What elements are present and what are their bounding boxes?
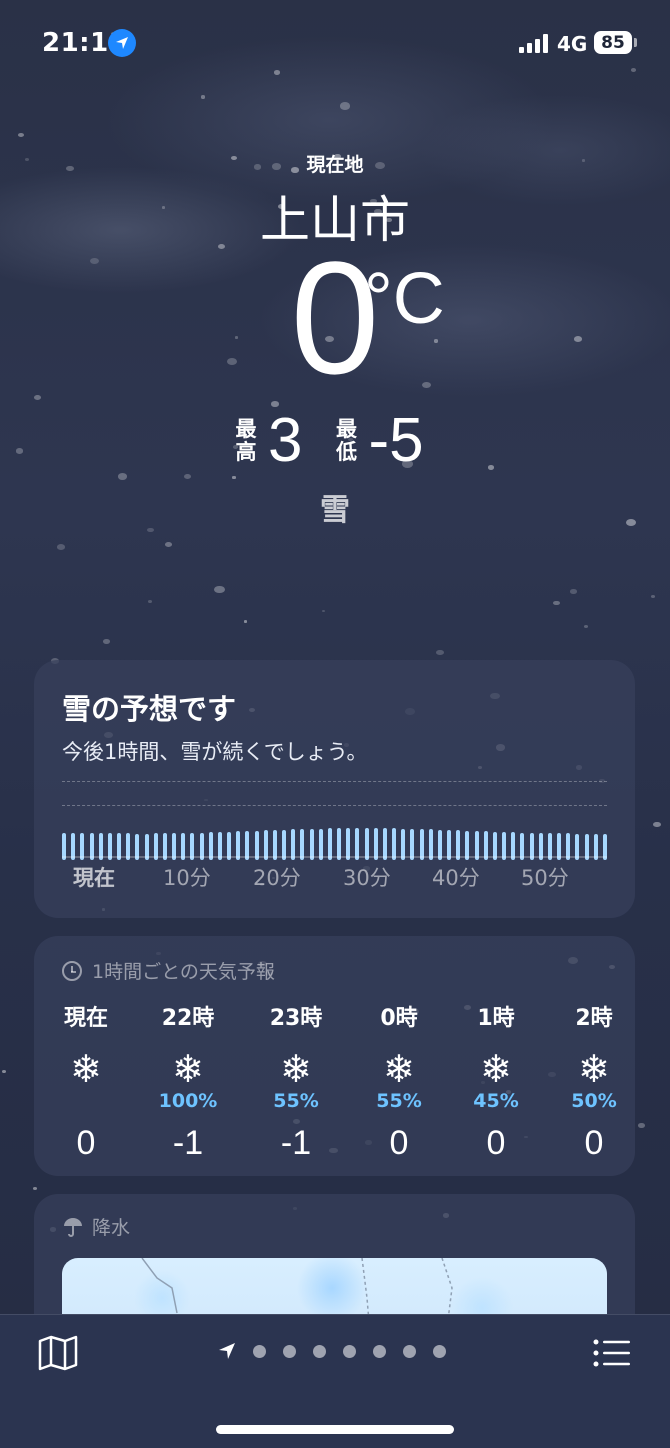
time-tick-label: 50分 <box>521 866 569 890</box>
snowflake-particle <box>15 448 24 454</box>
low-label: 最低 <box>335 417 357 464</box>
snowflake-particle <box>650 594 655 598</box>
snowflake-particle <box>487 465 495 470</box>
hour-item: 0時 ❄ 55% 0 <box>349 1000 449 1163</box>
battery-cap <box>634 38 637 47</box>
location-label: 現在地 <box>306 154 364 176</box>
high-label: 最高 <box>235 417 257 464</box>
precip-probability <box>36 1090 136 1114</box>
time-tick-label: 40分 <box>432 866 480 890</box>
snowflake-particle <box>232 476 236 479</box>
high-low: 最高 3 最低 -5 <box>232 410 424 472</box>
hour-temperature: 0 <box>486 1124 506 1162</box>
snowflake-particle <box>56 544 65 550</box>
page-dot[interactable] <box>403 1344 416 1358</box>
snowflake-icon: ❄ <box>480 1047 512 1091</box>
hour-item: 現在 ❄ 0 <box>36 1000 136 1163</box>
page-dot[interactable] <box>373 1344 386 1358</box>
battery-icon: 85 <box>594 31 632 54</box>
hour-temperature: 0 <box>584 1124 604 1162</box>
precipitation-header: 降水 <box>62 1213 130 1240</box>
snowflake-particle <box>243 620 247 623</box>
hourly-forecast-header: 1時間ごとの天気予報 <box>62 957 275 984</box>
time-tick-label: 20分 <box>253 866 301 890</box>
snowflake-particle <box>18 132 24 137</box>
signal-icon <box>519 33 548 53</box>
page-dot[interactable] <box>343 1344 356 1358</box>
low-value: -5 <box>368 406 424 475</box>
precip-probability: 50% <box>571 1090 617 1112</box>
snowflake-particle <box>200 95 206 99</box>
location-arrow-icon <box>108 29 136 57</box>
time-tick-label: 現在 <box>73 866 115 890</box>
hour-item: 1時 ❄ 45% 0 <box>446 1000 546 1163</box>
minute-precip-chart <box>62 800 607 860</box>
snowflake-icon: ❄ <box>70 1047 102 1091</box>
hour-temperature: 0 <box>389 1124 409 1162</box>
precip-probability: 45% <box>473 1090 519 1112</box>
hour-temperature: 0 <box>76 1124 96 1162</box>
chart-axis <box>62 856 607 858</box>
minute-forecast-title: 雪の予想です <box>62 692 237 726</box>
hourly-forecast-title: 1時間ごとの天気予報 <box>92 961 275 983</box>
snowflake-icon: ❄ <box>383 1047 415 1091</box>
hour-time: 現在 <box>63 1006 108 1031</box>
hour-item: 22時 ❄ 100% -1 <box>138 1000 238 1163</box>
temperature-unit: °C <box>364 259 445 339</box>
condition-text: 雪 <box>320 493 350 528</box>
precip-probability: 55% <box>273 1090 319 1112</box>
chart-gridline <box>62 781 607 782</box>
clock-icon <box>62 960 82 981</box>
network-type: 4G <box>557 32 588 56</box>
high-value: 3 <box>268 406 303 475</box>
hour-time: 23時 <box>269 1006 323 1031</box>
snowflake-particle <box>117 473 128 480</box>
precipitation-title: 降水 <box>92 1217 131 1239</box>
snowflake-particle <box>653 822 661 828</box>
map-icon[interactable] <box>38 1335 78 1371</box>
current-location-icon[interactable] <box>218 1342 236 1360</box>
snowflake-particle <box>436 649 444 655</box>
hour-time: 0時 <box>380 1006 418 1031</box>
page-dot[interactable] <box>283 1344 296 1358</box>
snowflake-particle <box>1 1069 7 1073</box>
time-tick-label: 30分 <box>343 866 391 890</box>
page-dot[interactable] <box>433 1344 446 1358</box>
hour-time: 2時 <box>575 1006 613 1031</box>
hour-time: 1時 <box>477 1006 515 1031</box>
precip-probability: 100% <box>158 1090 218 1112</box>
snowflake-particle <box>33 1186 38 1191</box>
time-tick-label: 10分 <box>163 866 211 890</box>
hour-temperature: -1 <box>172 1124 204 1162</box>
page-indicator[interactable] <box>218 1342 446 1360</box>
minute-forecast-subtitle: 今後1時間、雪が続くでしょう。 <box>62 740 368 764</box>
snowflake-icon: ❄ <box>578 1047 610 1091</box>
snowflake-particle <box>570 589 577 595</box>
page-dot[interactable] <box>253 1344 266 1358</box>
page-dot[interactable] <box>313 1344 326 1358</box>
home-indicator[interactable] <box>216 1425 454 1434</box>
snowflake-particle <box>339 102 351 110</box>
snowflake-icon: ❄ <box>280 1047 312 1091</box>
hour-time: 22時 <box>161 1006 215 1031</box>
umbrella-icon <box>64 1217 82 1237</box>
precip-probability: 55% <box>376 1090 422 1112</box>
hour-temperature: -1 <box>280 1124 312 1162</box>
status-bar: 21:11 4G 85 <box>0 0 670 86</box>
hour-item: 2時 ❄ 50% 0 <box>544 1000 644 1163</box>
hour-item: 23時 ❄ 55% -1 <box>246 1000 346 1163</box>
snowflake-icon: ❄ <box>172 1047 204 1091</box>
current-temperature: 0 <box>0 238 670 398</box>
list-icon[interactable] <box>592 1337 632 1369</box>
